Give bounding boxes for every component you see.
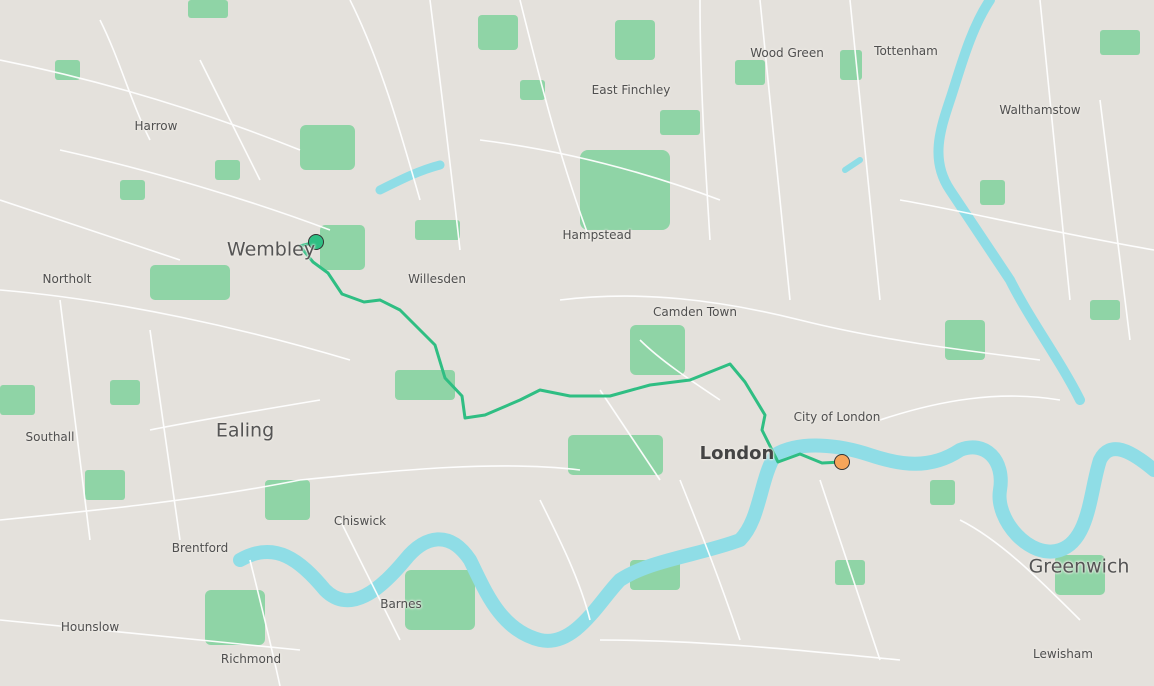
place-label-hampstead: Hampstead (562, 228, 632, 242)
place-label-city-of-london: City of London (793, 410, 881, 424)
place-label-wood-green: Wood Green (750, 46, 824, 60)
place-label-richmond: Richmond (220, 652, 282, 666)
place-label-southall: Southall (25, 430, 75, 444)
place-label-lewisham: Lewisham (1033, 647, 1093, 661)
place-label-chiswick: Chiswick (333, 514, 387, 528)
place-label-greenwich: Greenwich (1028, 555, 1130, 578)
place-label-hounslow: Hounslow (60, 620, 120, 634)
place-label-tottenham: Tottenham (874, 44, 938, 58)
map-canvas[interactable]: Wood Green Tottenham East Finchley Harro… (0, 0, 1154, 686)
place-label-london: London (699, 443, 775, 464)
place-label-east-finchley: East Finchley (591, 83, 671, 97)
place-label-brentford: Brentford (171, 541, 229, 555)
route-layer (298, 240, 844, 465)
place-label-wembley: Wembley (226, 238, 316, 261)
river-thames (233, 438, 1154, 648)
place-label-harrow: Harrow (134, 119, 178, 133)
place-label-walthamstow: Walthamstow (999, 103, 1081, 117)
place-label-ealing: Ealing (215, 419, 275, 442)
route-line (298, 240, 844, 465)
water-bodies (233, 0, 1154, 648)
place-label-camden-town: Camden Town (653, 305, 737, 319)
brent-reservoir (375, 160, 445, 195)
place-label-northolt: Northolt (42, 272, 92, 286)
map-base-layer (0, 0, 1154, 686)
place-label-willesden: Willesden (408, 272, 466, 286)
route-end-marker[interactable] (834, 454, 850, 470)
place-label-barnes: Barnes (380, 597, 422, 611)
